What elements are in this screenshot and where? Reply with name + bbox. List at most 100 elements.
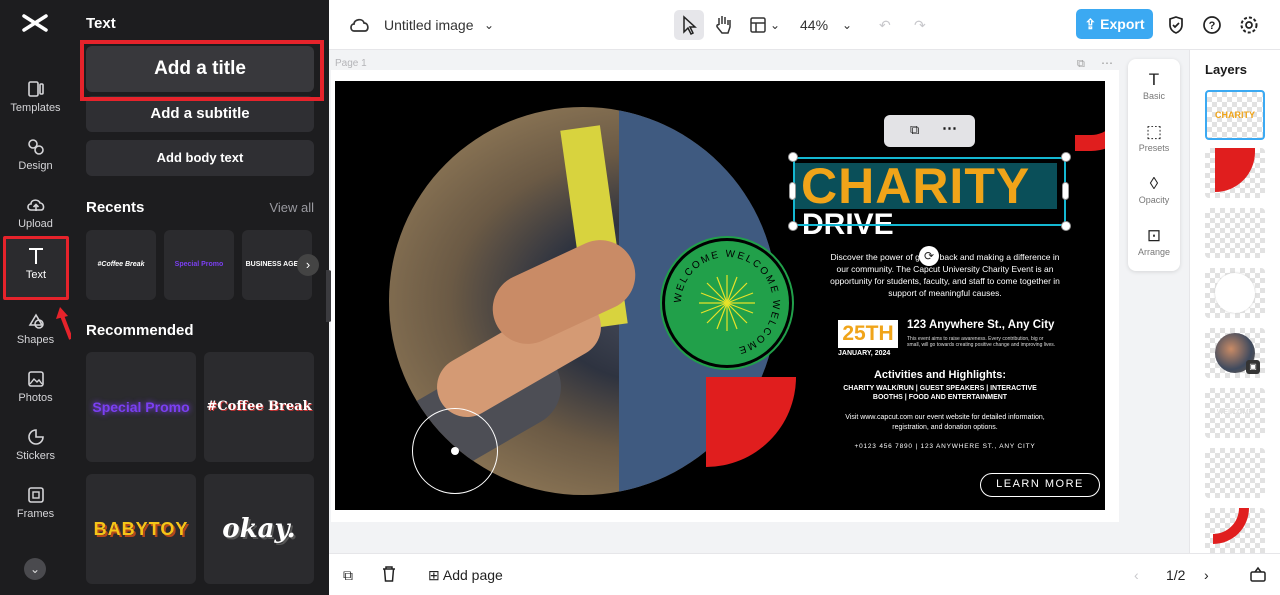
- resize-handle[interactable]: [1061, 221, 1071, 231]
- prop-label: Basic: [1142, 91, 1165, 101]
- redo-icon[interactable]: ↷: [914, 13, 926, 37]
- drive-subtitle[interactable]: DRIVE: [802, 209, 894, 241]
- resize-handle[interactable]: [788, 152, 798, 162]
- page-counter: 1/2: [1166, 567, 1186, 583]
- trash-icon[interactable]: [381, 565, 397, 588]
- prop-opacity[interactable]: ◊ Opacity: [1128, 173, 1180, 205]
- red-arc-shape[interactable]: [1075, 107, 1105, 151]
- lock-icon[interactable]: ▣: [1246, 360, 1260, 374]
- rail-item-shapes[interactable]: Shapes: [0, 304, 71, 356]
- resize-handle[interactable]: [788, 221, 798, 231]
- help-icon[interactable]: ?: [1202, 13, 1222, 37]
- activities-list[interactable]: CHARITY WALK/RUN | GUEST SPEAKERS | INTE…: [830, 384, 1050, 402]
- recent-text-style[interactable]: #Coffee Break: [86, 230, 156, 300]
- circle-preview: [1215, 273, 1255, 313]
- recent-text-style[interactable]: Special Promo: [164, 230, 234, 300]
- chevron-right-icon[interactable]: ›: [297, 254, 319, 276]
- add-body-text-button[interactable]: Add body text: [86, 140, 314, 176]
- prop-arrange[interactable]: ⊡ Arrange: [1128, 225, 1180, 257]
- document-name[interactable]: Untitled image: [384, 13, 474, 37]
- event-address[interactable]: 123 Anywhere St., Any City: [907, 319, 1054, 331]
- settings-gear-icon[interactable]: [1239, 13, 1259, 37]
- layer-thumb-text[interactable]: [1205, 208, 1265, 258]
- text-icon: [25, 245, 47, 267]
- prop-label: Arrange: [1137, 247, 1171, 257]
- activities-heading[interactable]: Activities and Highlights:: [825, 369, 1055, 381]
- prop-label: Presets: [1138, 143, 1170, 153]
- rail-item-photos[interactable]: Photos: [0, 362, 71, 414]
- select-tool-icon[interactable]: [674, 10, 704, 40]
- charity-title[interactable]: CHARITY: [801, 160, 1030, 212]
- prop-presets[interactable]: ⬚ Presets: [1128, 121, 1180, 153]
- event-description[interactable]: Discover the power of giving back and ma…: [830, 251, 1060, 299]
- copy-icon[interactable]: ⧉: [910, 122, 919, 138]
- cloud-save-icon[interactable]: [349, 13, 371, 37]
- learn-more-button[interactable]: LEARN MORE: [980, 473, 1100, 497]
- rail-item-text[interactable]: Text: [3, 236, 69, 300]
- floating-toolbar: ⧉ ⋯: [884, 115, 975, 147]
- add-page-button[interactable]: ⊞ Add page: [428, 565, 503, 585]
- more-options-icon[interactable]: ⋯: [942, 119, 957, 137]
- more-options-icon[interactable]: ⋯: [1101, 56, 1113, 70]
- rail-item-frames[interactable]: Frames: [0, 478, 71, 530]
- rotate-icon[interactable]: ⟳: [919, 246, 939, 266]
- rail-label: Templates: [10, 102, 61, 114]
- undo-icon[interactable]: ↶: [879, 13, 891, 37]
- recommended-text-style[interactable]: Special Promo: [86, 352, 196, 462]
- layer-thumb-photo[interactable]: ▣: [1205, 328, 1265, 378]
- design-canvas[interactable]: WELCOME WELCOME WELCOME CHARITY DRIVE Di…: [335, 81, 1105, 510]
- export-icon: ⇪: [1084, 16, 1101, 32]
- layout-icon[interactable]: [749, 13, 767, 37]
- rail-item-templates[interactable]: Templates: [0, 72, 71, 124]
- layer-thumb-red-shape[interactable]: [1205, 148, 1265, 198]
- welcome-badge[interactable]: WELCOME WELCOME WELCOME: [662, 238, 792, 368]
- rail-item-design[interactable]: Design: [0, 130, 71, 182]
- hand-tool-icon[interactable]: [712, 13, 734, 37]
- capcut-logo-icon[interactable]: [22, 12, 48, 34]
- stickers-icon: [25, 426, 47, 448]
- export-button[interactable]: ⇪ Export: [1076, 9, 1153, 39]
- duplicate-icon[interactable]: ⧉: [343, 565, 353, 585]
- page-label: Page 1: [335, 58, 367, 69]
- event-date-day[interactable]: 25TH: [838, 320, 898, 348]
- add-page-label: Add page: [442, 567, 503, 583]
- svg-text:?: ?: [1209, 20, 1216, 32]
- rail-label: Photos: [18, 392, 53, 404]
- chevron-down-icon[interactable]: ⌄: [24, 558, 46, 580]
- resize-handle[interactable]: [1061, 152, 1071, 162]
- chevron-down-icon[interactable]: ⌄: [484, 13, 494, 37]
- next-page-icon[interactable]: ›: [1204, 565, 1209, 585]
- event-date-month[interactable]: JANUARY, 2024: [838, 350, 890, 357]
- add-subtitle-button[interactable]: Add a subtitle: [86, 96, 314, 132]
- resize-handle[interactable]: [1062, 182, 1069, 200]
- recommended-text-style[interactable]: okay.: [204, 474, 314, 584]
- resize-handle[interactable]: [789, 182, 796, 200]
- contact-info[interactable]: +0123 456 7890 | 123 ANYWHERE ST., ANY C…: [830, 443, 1060, 450]
- view-all-link[interactable]: View all: [269, 200, 314, 215]
- fit-screen-icon[interactable]: [1249, 565, 1267, 588]
- layers-title: Layers: [1205, 62, 1247, 77]
- shield-icon[interactable]: [1166, 13, 1186, 37]
- rail-item-upload[interactable]: Upload: [0, 188, 71, 240]
- rail-item-stickers[interactable]: Stickers: [0, 420, 71, 472]
- panel-title: Text: [86, 15, 116, 32]
- chevron-down-icon[interactable]: ⌄: [842, 13, 852, 37]
- white-dot-shape[interactable]: [451, 447, 459, 455]
- layer-thumb-circle[interactable]: [1205, 268, 1265, 318]
- layer-thumb-red-arc[interactable]: [1205, 508, 1265, 558]
- layer-thumb-charity[interactable]: CHARITY: [1205, 90, 1265, 140]
- recommended-text-style[interactable]: BABYTOY: [86, 474, 196, 584]
- layer-thumb-welcome[interactable]: WELCOME: [1205, 388, 1265, 438]
- chevron-down-icon[interactable]: ⌄: [770, 13, 780, 37]
- red-quarter-shape[interactable]: [706, 377, 796, 467]
- recommended-text-style[interactable]: #Coffee Break: [204, 352, 314, 462]
- prev-page-icon[interactable]: ‹: [1134, 565, 1139, 585]
- visit-info[interactable]: Visit www.capcut.com our event website f…: [830, 413, 1060, 433]
- layer-thumb-empty[interactable]: [1205, 448, 1265, 498]
- zoom-level[interactable]: 44%: [800, 13, 828, 37]
- recommended-heading: Recommended: [86, 322, 194, 339]
- opacity-drop-icon: ◊: [1149, 174, 1159, 193]
- event-address-detail[interactable]: This event aims to raise awareness. Ever…: [907, 336, 1057, 348]
- add-title-button[interactable]: Add a title: [86, 46, 314, 92]
- prop-basic[interactable]: T Basic: [1128, 69, 1180, 101]
